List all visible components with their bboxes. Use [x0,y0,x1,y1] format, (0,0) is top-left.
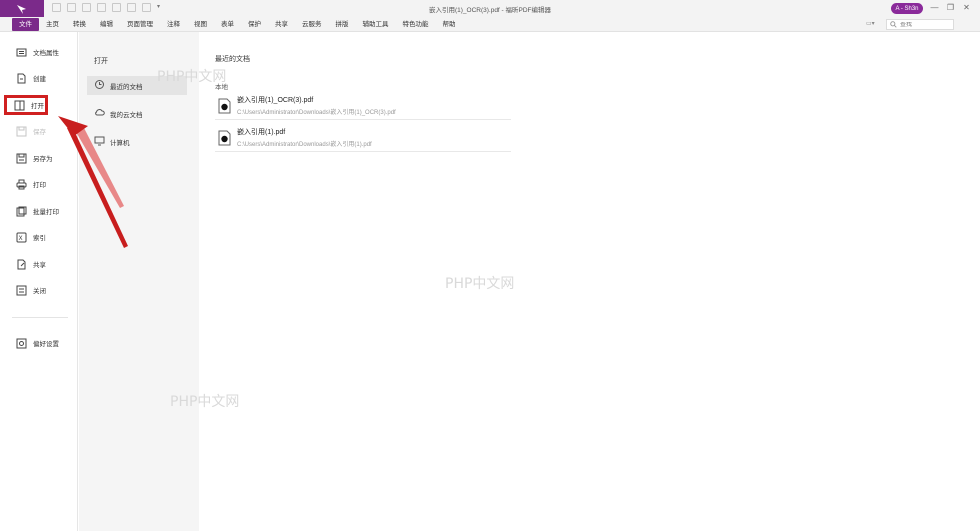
pdf-file-icon [218,98,231,113]
layout-toggle-button[interactable]: ▭▾ [866,20,880,30]
menu-tab-14[interactable]: 帮助 [436,18,463,31]
nav-item-label: 打开 [31,103,44,110]
menu-tab-6[interactable]: 视图 [187,18,214,31]
menu-tab-1[interactable]: 主页 [39,18,66,31]
nav-item-4[interactable]: 另存为 [6,148,74,168]
search-icon [890,21,897,28]
open-option-label: 我的云文档 [110,111,143,119]
minimize-button[interactable]: — [930,2,939,14]
nav-item-2[interactable]: 打开 [4,95,48,115]
search-box[interactable] [886,19,954,30]
nav-item-label: 创建 [33,76,46,83]
close-window-button[interactable]: ✕ [962,2,971,14]
cloud-icon [94,107,105,120]
menu-tab-9[interactable]: 共享 [268,18,295,31]
nav-item-label: 打印 [33,182,46,189]
nav-item-6[interactable]: 批量打印 [6,201,74,221]
watermark: PHP中文网 [445,276,515,292]
recent-file-name: 嵌入引用(1).pdf [237,129,286,136]
menu-bar: 文件 主页 转换 编辑 页面管理 注释 视图 表单 保护 共享 云服务 拼版 辅助工具 特色功能 帮助 ▭▾ [0,17,980,32]
document-properties-icon [16,47,27,58]
nav-item-label: 索引 [33,235,46,242]
recent-file-row[interactable]: 嵌入引用(1)_OCR(3).pdf C:\Users\Administrator… [215,92,511,120]
nav-item-1[interactable]: 创建 [6,68,74,88]
watermark: PHP中文网 [170,394,240,410]
nav-item-label: 关闭 [33,288,46,295]
menu-tab-13[interactable]: 特色功能 [396,18,436,31]
menu-tab-8[interactable]: 保护 [241,18,268,31]
open-options-panel: 打开 最近的文档我的云文档计算机 [79,32,199,531]
svg-text:X: X [19,235,23,242]
nav-item-7[interactable]: X 索引 [6,227,74,247]
nav-item-label: 保存 [33,129,46,136]
maximize-button[interactable]: ❐ [946,2,955,14]
recent-documents-pane: 最近的文档 本地 嵌入引用(1)_OCR(3).pdf C:\Users\Admi… [199,32,980,531]
open-icon [14,100,25,111]
nav-item-label: 批量打印 [33,209,59,216]
watermark: PHP中文网 [157,69,227,85]
recent-file-text: 嵌入引用(1).pdf C:\Users\Administrator\Downlo… [237,127,372,148]
menu-tabs: 文件 主页 转换 编辑 页面管理 注释 视图 表单 保护 共享 云服务 拼版 辅助工具 特色功能 帮助 [12,18,463,31]
menu-tab-4[interactable]: 页面管理 [120,18,160,31]
recent-file-path: C:\Users\Administrator\Downloads\嵌入引用(1)… [237,110,396,116]
index-icon: X [16,232,27,243]
nav-item-label: 偏好设置 [33,341,59,348]
nav-item-8[interactable]: 共享 [6,254,74,274]
open-option-label: 最近的文档 [110,83,143,91]
menu-tab-0[interactable]: 文件 [12,18,39,31]
save-icon [16,126,27,137]
open-option-1[interactable]: 我的云文档 [87,104,187,123]
nav-item-label: 另存为 [33,156,53,163]
recent-file-text: 嵌入引用(1)_OCR(3).pdf C:\Users\Administrator… [237,95,396,116]
menu-tab-11[interactable]: 拼版 [329,18,356,31]
menu-tab-3[interactable]: 编辑 [93,18,120,31]
open-panel-title: 打开 [94,58,108,65]
menu-tab-5[interactable]: 注释 [160,18,187,31]
nav-item-10[interactable]: 偏好设置 [6,333,74,353]
clock-icon [94,79,105,92]
recent-file-name: 嵌入引用(1)_OCR(3).pdf [237,97,314,104]
open-option-2[interactable]: 计算机 [87,132,187,151]
menu-tab-7[interactable]: 表单 [214,18,241,31]
menu-tab-2[interactable]: 转换 [66,18,93,31]
nav-item-0[interactable]: 文档属性 [6,42,74,62]
recent-file-path: C:\Users\Administrator\Downloads\嵌入引用(1)… [237,142,372,148]
recent-file-row[interactable]: 嵌入引用(1).pdf C:\Users\Administrator\Downlo… [215,124,511,152]
pdf-file-icon [218,130,231,145]
file-backstage-nav: 文档属性创建打开保存另存为打印批量打印 X 索引共享关闭偏好设置 [0,32,78,531]
recent-documents-title: 最近的文档 [215,56,250,63]
menu-right-tools: ▭▾ [866,19,954,30]
window-title: 嵌入引用(1)_OCR(3).pdf - 福昕PDF编辑器 [428,7,552,14]
print-icon [16,179,27,190]
user-account-badge[interactable]: A - Sh3n [891,3,923,14]
search-input[interactable] [900,21,952,28]
batch-print-icon [16,206,27,217]
computer-icon [94,135,105,148]
save-as-icon [16,153,27,164]
close-document-icon [16,285,27,296]
menu-tab-10[interactable]: 云服务 [295,18,329,31]
share-icon [16,259,27,270]
window-controls: — ❐ ✕ [930,2,971,14]
nav-item-label: 文档属性 [33,50,59,57]
title-bar: ▾ 嵌入引用(1)_OCR(3).pdf - 福昕PDF编辑器 A - Sh3n… [0,0,980,17]
nav-item-9[interactable]: 关闭 [6,280,74,300]
nav-divider [12,317,68,318]
preferences-icon [16,338,27,349]
menu-tab-12[interactable]: 辅助工具 [356,18,396,31]
nav-item-3: 保存 [6,121,74,141]
nav-item-5[interactable]: 打印 [6,174,74,194]
create-icon [16,73,27,84]
open-option-label: 计算机 [110,139,130,147]
nav-item-label: 共享 [33,262,46,269]
